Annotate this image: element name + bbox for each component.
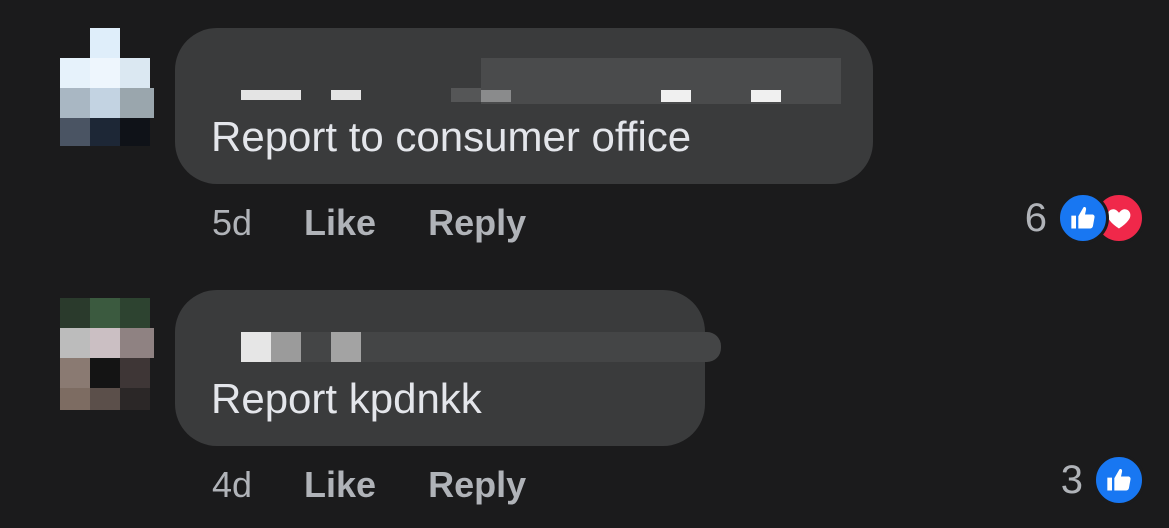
comment-age: 5d	[212, 202, 253, 243]
reply-button[interactable]: Reply	[428, 464, 526, 506]
author-name-redacted[interactable]	[211, 58, 841, 104]
comment-item: Report kpdnkk 4d Like Reply 3	[0, 262, 1169, 528]
comment-bubble[interactable]: Report kpdnkk	[175, 290, 721, 446]
comment-age: 4d	[212, 464, 253, 505]
avatar[interactable]	[60, 298, 156, 418]
comment-text: Report to consumer office	[211, 113, 692, 160]
reaction-summary[interactable]: 3	[1061, 454, 1145, 506]
comment-actions: 4d Like Reply	[212, 462, 526, 508]
reaction-summary[interactable]: 6	[1025, 192, 1145, 244]
comment-actions: 5d Like Reply	[212, 200, 526, 246]
like-icon	[1057, 192, 1109, 244]
reaction-count: 3	[1060, 457, 1083, 502]
like-button[interactable]: Like	[304, 464, 376, 506]
comment-item: Report to consumer office 5d Like Reply …	[0, 0, 1169, 262]
like-icon	[1093, 454, 1145, 506]
like-button[interactable]: Like	[304, 202, 376, 244]
reply-button[interactable]: Reply	[428, 202, 526, 244]
comment-text: Report kpdnkk	[211, 375, 482, 422]
author-name-redacted[interactable]	[211, 322, 721, 362]
avatar[interactable]	[60, 28, 156, 148]
reaction-count: 6	[1024, 195, 1047, 240]
comment-bubble[interactable]: Report to consumer office	[175, 28, 873, 184]
